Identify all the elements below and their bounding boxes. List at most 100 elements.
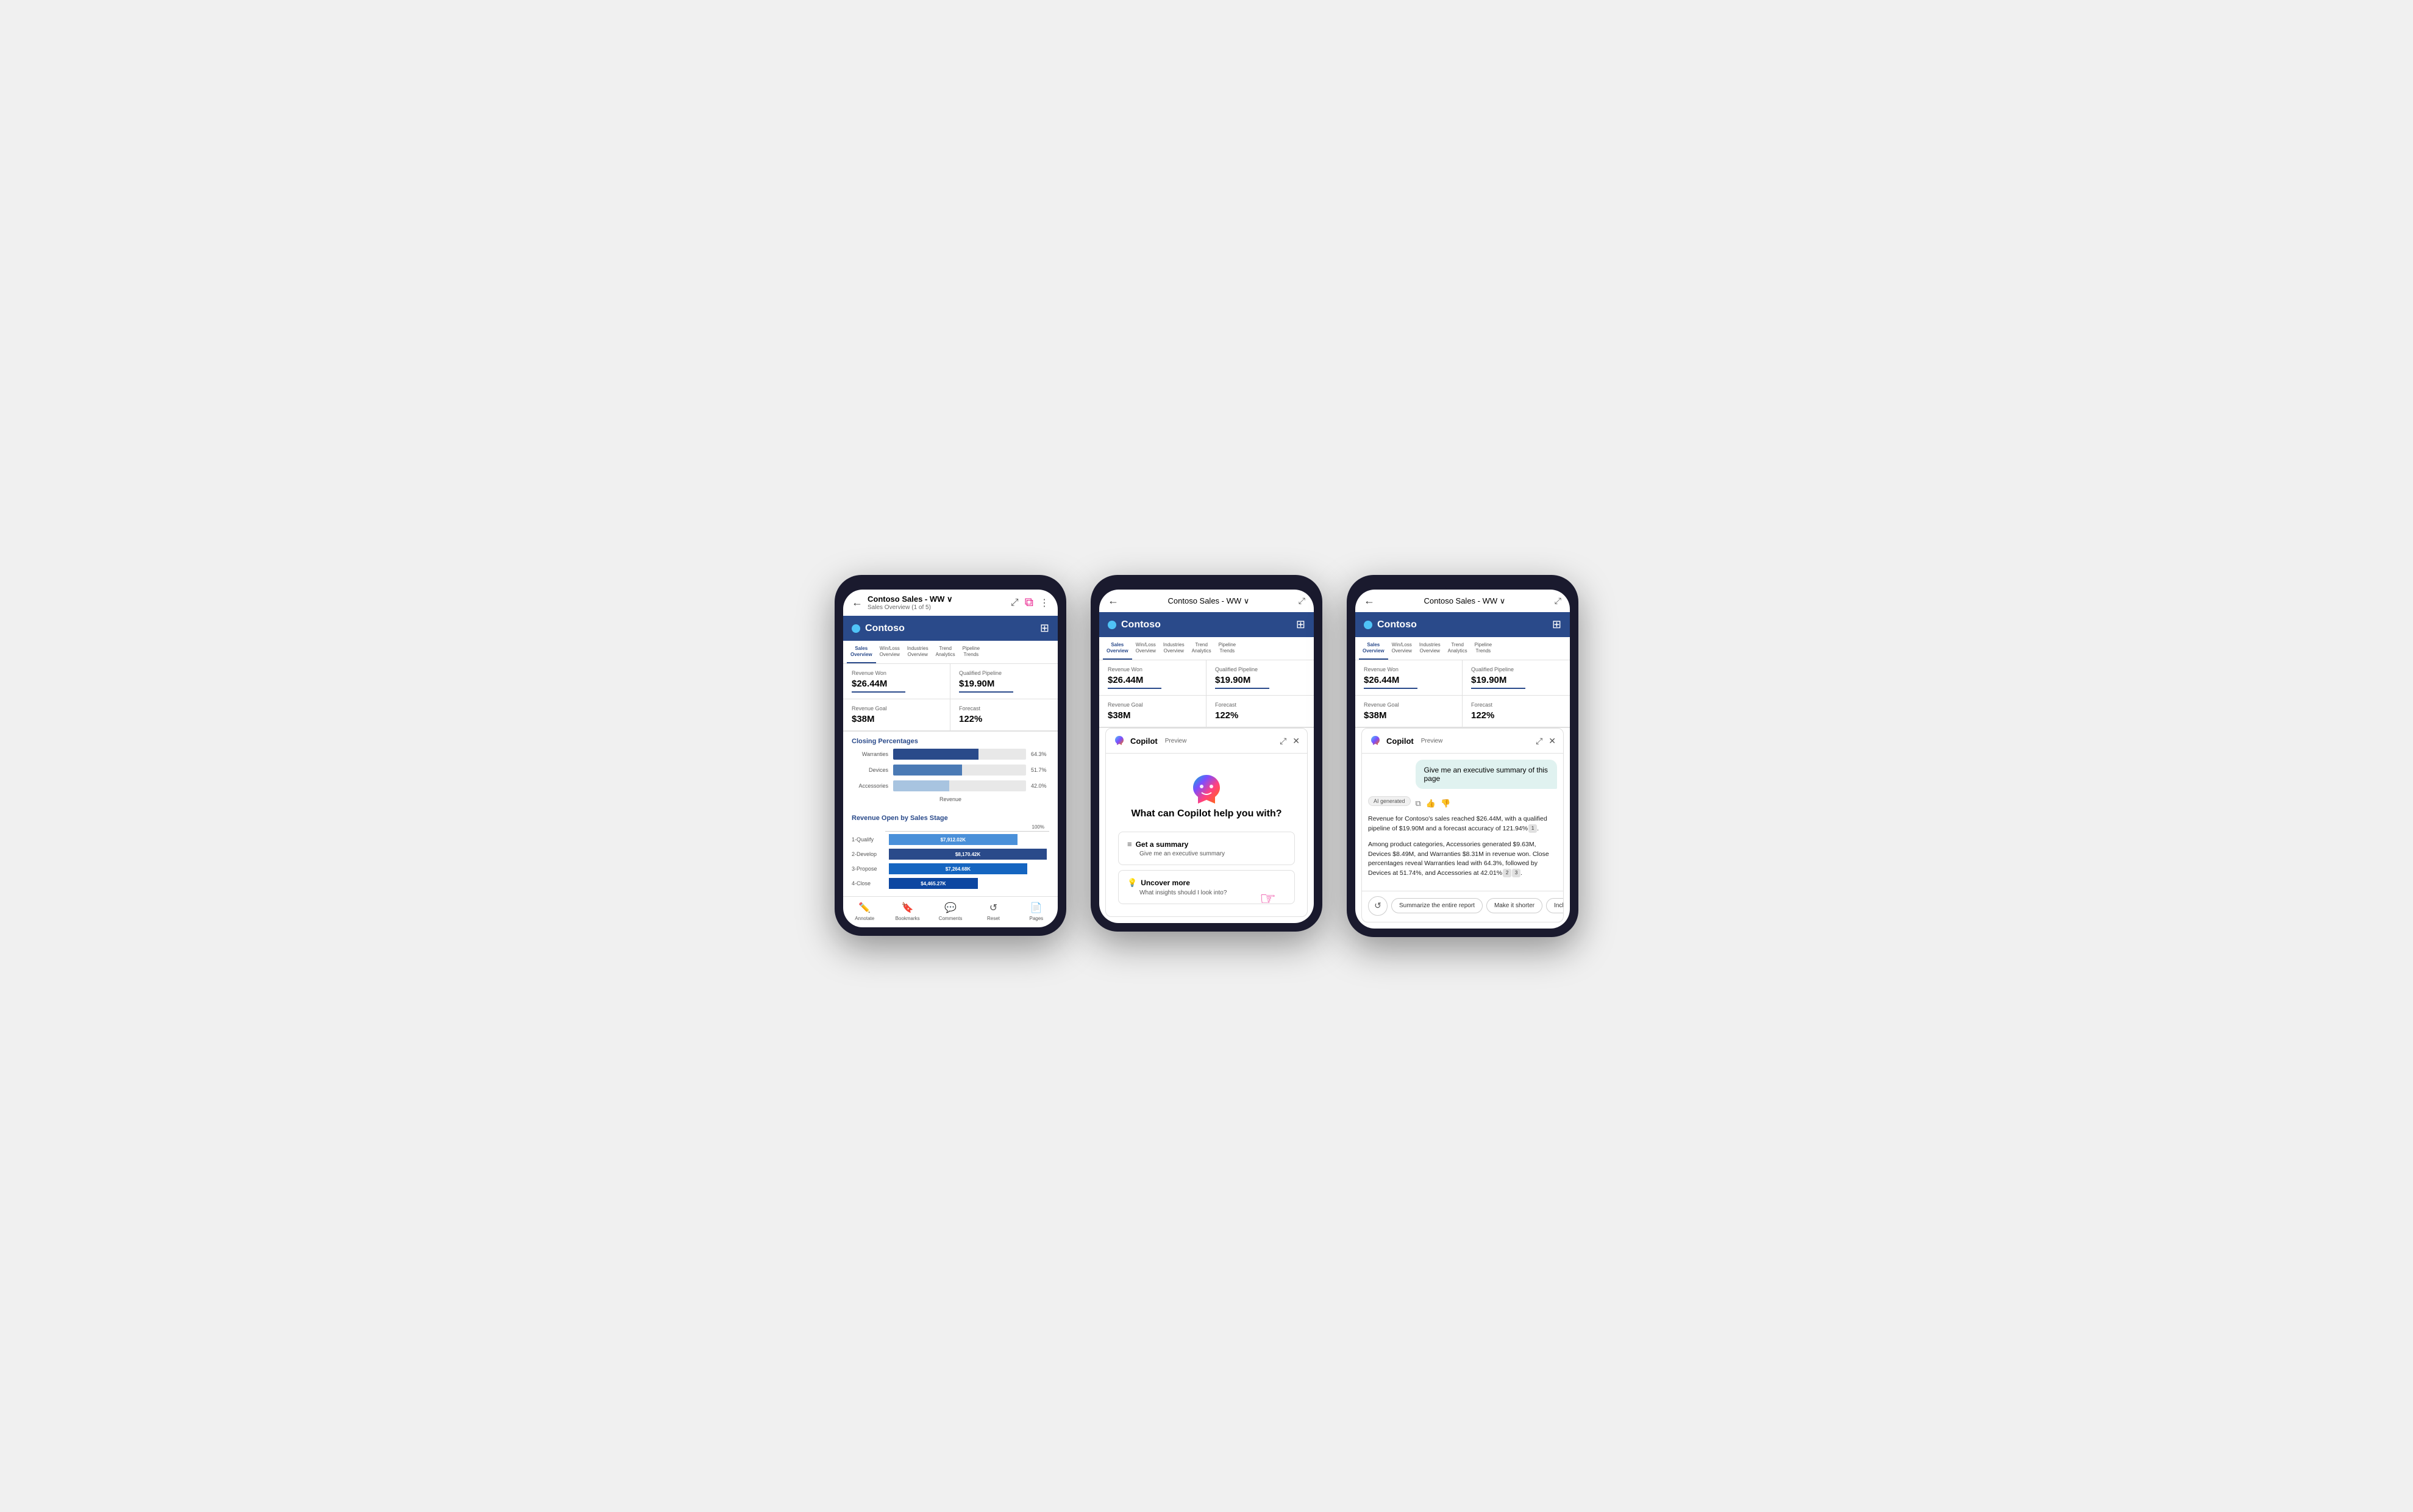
tab-industries[interactable]: Industries Overview — [904, 641, 932, 663]
nav-annotate[interactable]: ✏️ Annotate — [843, 902, 886, 921]
bar-row-accessories: Accessories 42.0% — [852, 780, 1049, 791]
copilot-actions: ⤢ ✕ — [1280, 736, 1300, 746]
suggestion-title: 💡 Uncover more — [1127, 878, 1286, 888]
metric-forecast: Forecast 122% — [950, 699, 1058, 731]
action-more-details[interactable]: Include more details — [1546, 898, 1563, 913]
filter-icon[interactable]: ⊞ — [1296, 618, 1305, 631]
close-icon[interactable]: ✕ — [1292, 736, 1300, 746]
action-summarize[interactable]: Summarize the entire report — [1391, 898, 1483, 913]
suggestion-get-summary[interactable]: ≡ Get a summary Give me an executive sum… — [1118, 832, 1295, 865]
bar-row-devices: Devices 51.7% — [852, 765, 1049, 776]
contoso-dot — [852, 624, 860, 633]
contoso-bar-3: Contoso ⊞ — [1355, 612, 1570, 637]
expand-icon[interactable]: ⤢ — [1536, 736, 1542, 746]
metric-label: Forecast — [959, 705, 1049, 711]
suggestion-subtitle: Give me an executive summary — [1127, 850, 1286, 857]
tab-trend[interactable]: Trend Analytics — [1188, 637, 1215, 660]
reference-badge-3[interactable]: 3 — [1512, 869, 1520, 877]
filter-icon[interactable]: ⊞ — [1552, 618, 1561, 631]
expand-icon[interactable]: ⤢ — [1555, 596, 1561, 606]
metric-goal: Revenue Goal $38M — [1355, 696, 1463, 727]
stacked-row-propose: 3-Propose $7,264.68K — [852, 863, 1049, 874]
copilot-center: What can Copilot help you with? ≡ Get a … — [1106, 754, 1307, 916]
phones-container: ← Contoso Sales - WW ∨ Sales Overview (1… — [835, 575, 1578, 937]
back-icon[interactable]: ← — [1108, 594, 1119, 607]
stage-val: $7,264.68K — [946, 866, 971, 872]
phone-2-screen: ← Contoso Sales - WW ∨ ⤢ Contoso ⊞ Sales… — [1099, 590, 1314, 923]
phone-2-header: ← Contoso Sales - WW ∨ ⤢ — [1099, 590, 1314, 612]
phone-2: ← Contoso Sales - WW ∨ ⤢ Contoso ⊞ Sales… — [1091, 575, 1322, 932]
tab-trend[interactable]: Trend Analytics — [1444, 637, 1471, 660]
tab-trend[interactable]: Trend Analytics — [932, 641, 959, 663]
back-icon[interactable]: ← — [1364, 594, 1375, 607]
action-shorter[interactable]: Make it shorter — [1486, 898, 1542, 913]
copilot-title: Copilot — [1130, 736, 1158, 746]
tab-winloss[interactable]: Win/Loss Overview — [1132, 637, 1160, 660]
bottom-nav: ✏️ Annotate 🔖 Bookmarks 💬 Comments ↺ Res… — [843, 896, 1058, 927]
suggestion-title: ≡ Get a summary — [1127, 840, 1286, 849]
bar-track — [893, 765, 1026, 776]
stage-val: $4,465.27K — [921, 881, 946, 886]
preview-badge: Preview — [1421, 738, 1443, 744]
tab-pipeline[interactable]: Pipeline Trends — [959, 641, 983, 663]
expand-icon[interactable]: ⤢ — [1299, 596, 1305, 606]
metric-qualified: Qualified Pipeline $19.90M — [950, 664, 1058, 699]
nav-pages[interactable]: 📄 Pages — [1015, 902, 1058, 921]
nav-tabs: Sales Overview Win/Loss Overview Industr… — [843, 641, 1058, 664]
nav-label: Bookmarks — [896, 916, 920, 921]
refresh-button[interactable]: ↺ — [1368, 896, 1388, 916]
reference-badge-1[interactable]: 1 — [1528, 824, 1537, 833]
nav-comments[interactable]: 💬 Comments — [929, 902, 972, 921]
phone-3-notch — [1444, 583, 1481, 590]
suggestion-uncover-more[interactable]: 💡 Uncover more What insights should I lo… — [1118, 870, 1295, 904]
bar-track — [893, 749, 1026, 760]
reference-badge-2[interactable]: 2 — [1503, 869, 1511, 877]
stage-label: 3-Propose — [852, 866, 885, 872]
nav-bookmarks[interactable]: 🔖 Bookmarks — [886, 902, 928, 921]
list-icon: ≡ — [1127, 840, 1132, 849]
back-icon[interactable]: ← — [852, 596, 863, 609]
phone-3: ← Contoso Sales - WW ∨ ⤢ Contoso ⊞ Sales… — [1347, 575, 1578, 937]
tab-sales-overview[interactable]: Sales Overview — [1359, 637, 1388, 660]
tab-pipeline[interactable]: Pipeline Trends — [1471, 637, 1495, 660]
tab-sales-overview[interactable]: Sales Overview — [847, 641, 876, 663]
metric-label: Revenue Goal — [1108, 702, 1197, 708]
closing-title: Closing Percentages — [843, 732, 1058, 749]
close-icon[interactable]: ✕ — [1549, 736, 1556, 746]
filter-icon[interactable]: ⊞ — [1040, 622, 1049, 635]
ai-badge: AI generated — [1368, 796, 1411, 806]
ai-response-p1: Revenue for Contoso's sales reached $26.… — [1368, 815, 1557, 834]
bar-label: Devices — [852, 767, 888, 773]
thumbs-up-icon[interactable]: 👍 — [1426, 799, 1436, 808]
copy-icon[interactable]: ⧉ — [1416, 799, 1421, 808]
metric-label: Qualified Pipeline — [1471, 666, 1561, 672]
tab-industries[interactable]: Industries Overview — [1416, 637, 1444, 660]
stage-val: $8,170.42K — [955, 852, 980, 857]
phone-3-header: ← Contoso Sales - WW ∨ ⤢ — [1355, 590, 1570, 612]
cursor-hand-icon: ☞ — [1260, 888, 1276, 910]
stage-val: $7,912.02K — [941, 837, 966, 843]
tab-winloss[interactable]: Win/Loss Overview — [1388, 637, 1416, 660]
stage-label: 2-Develop — [852, 851, 885, 857]
stage-label: 1-Qualify — [852, 836, 885, 843]
tab-sales-overview[interactable]: Sales Overview — [1103, 637, 1132, 660]
metric-value: 122% — [1471, 710, 1561, 721]
resize-icon[interactable]: ⤢ — [1011, 597, 1019, 608]
metric-value: $19.90M — [959, 679, 1049, 689]
tab-winloss[interactable]: Win/Loss Overview — [876, 641, 904, 663]
metric-value: $26.44M — [852, 679, 941, 689]
tab-pipeline[interactable]: Pipeline Trends — [1215, 637, 1239, 660]
layers-icon[interactable]: ⧉ — [1025, 596, 1033, 610]
revenue-stage-title: Revenue Open by Sales Stage — [843, 811, 1058, 824]
metric-label: Qualified Pipeline — [959, 670, 1049, 676]
expand-icon[interactable]: ⤢ — [1280, 736, 1286, 746]
copilot-preview-badge: Preview — [1165, 738, 1187, 744]
bar-label: Accessories — [852, 783, 888, 789]
nav-reset[interactable]: ↺ Reset — [972, 902, 1014, 921]
thumbs-down-icon[interactable]: 👎 — [1441, 799, 1450, 808]
tab-industries[interactable]: Industries Overview — [1160, 637, 1188, 660]
more-icon[interactable]: ⋮ — [1039, 597, 1049, 609]
nav-tabs-3: Sales Overview Win/Loss Overview Industr… — [1355, 637, 1570, 660]
phone-1-screen: ← Contoso Sales - WW ∨ Sales Overview (1… — [843, 590, 1058, 927]
bar-label: Warranties — [852, 751, 888, 757]
